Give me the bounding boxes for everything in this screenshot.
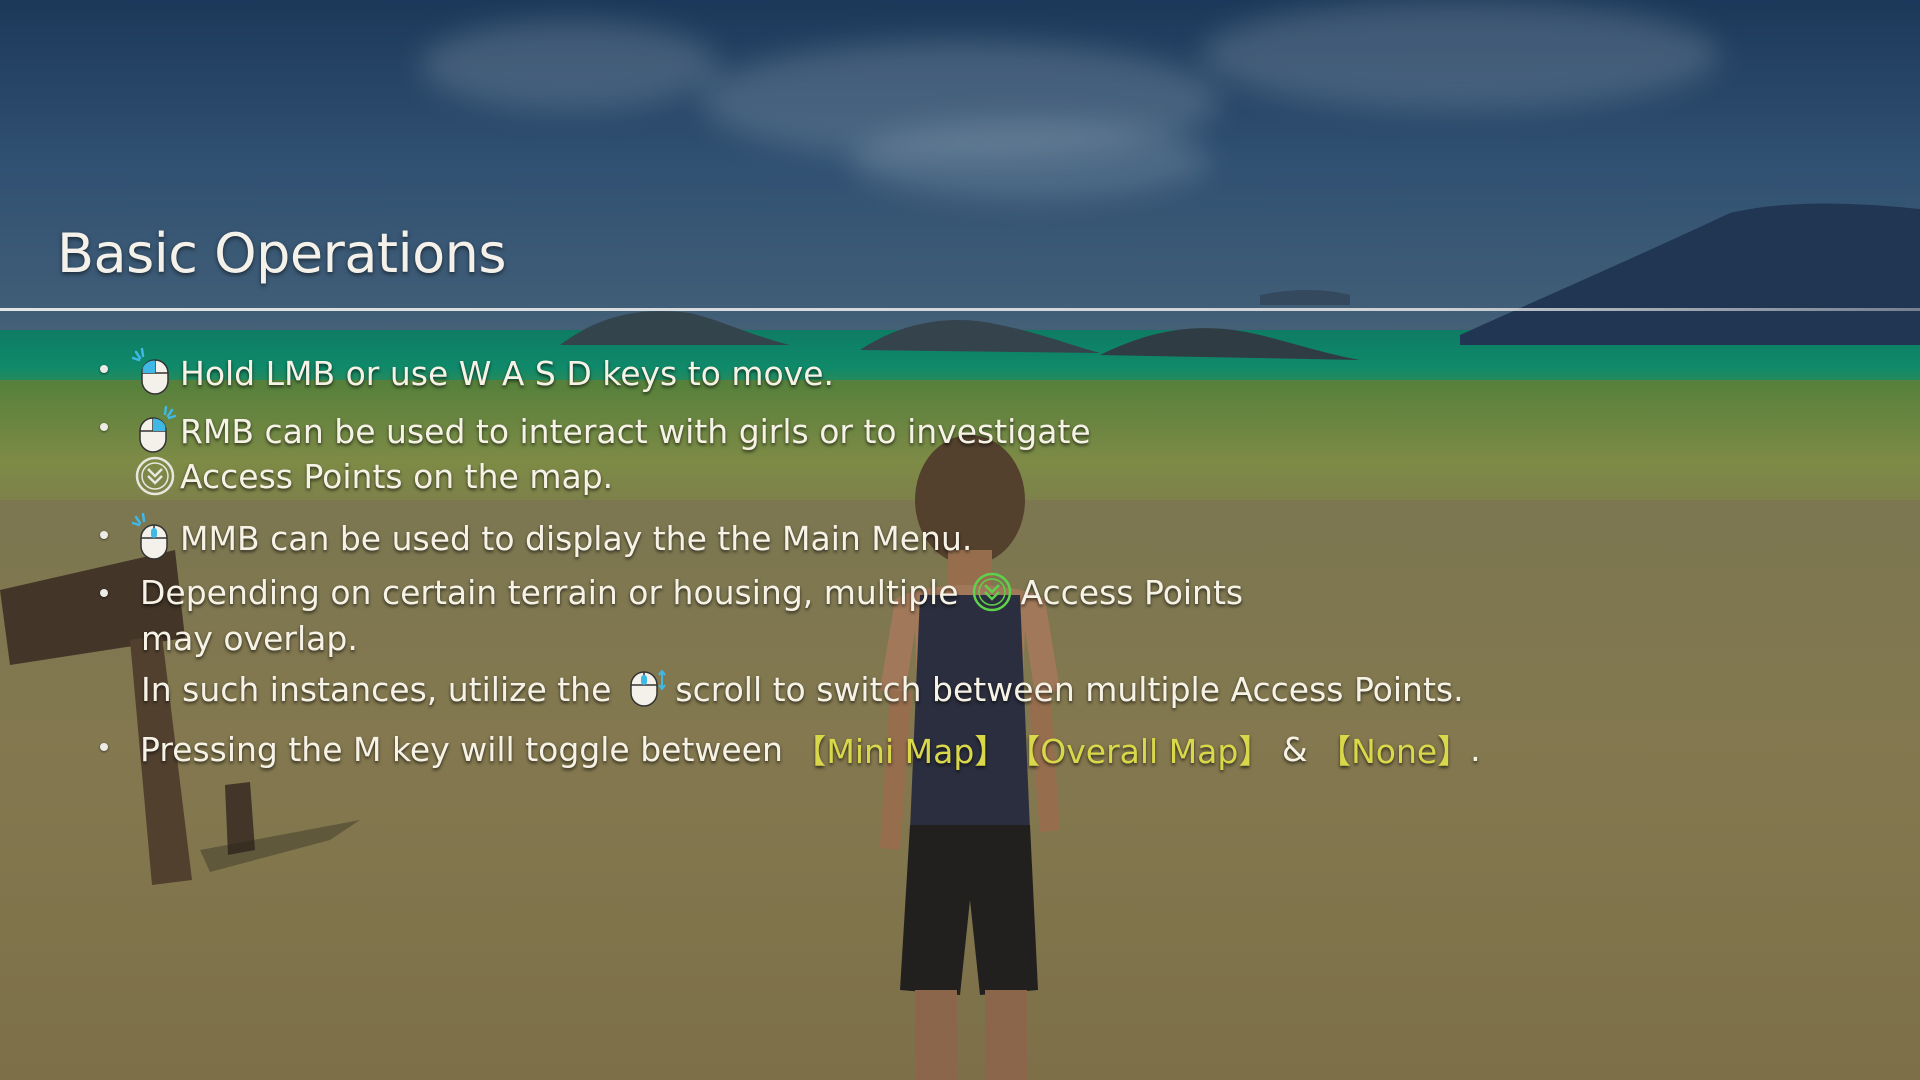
panel-title: Basic Operations (57, 222, 507, 285)
basic-operations-panel: Basic Operations Hold LMB or use W A S D… (0, 0, 1920, 1080)
instruction-item-overlap-cont: may overlap. (141, 619, 358, 658)
bullet (100, 423, 108, 431)
instruction-text: MMB can be used to display the the Main … (180, 518, 973, 558)
mouse-scroll-icon (627, 666, 667, 712)
title-divider (0, 308, 1920, 311)
instruction-text: Pressing the M key will toggle between (140, 729, 794, 769)
instruction-text: Depending on certain terrain or housing,… (140, 572, 959, 612)
access-point-icon (971, 571, 1013, 613)
map-mode-none: 【None】 (1318, 732, 1471, 771)
instruction-text: & (1271, 729, 1319, 769)
mouse-right-click-icon (132, 406, 176, 456)
access-point-icon (134, 455, 176, 497)
mouse-left-click-icon (132, 348, 176, 398)
instruction-item-interact-cont: Access Points on the map. (134, 455, 613, 497)
instruction-item-move: Hold LMB or use W A S D keys to move. (132, 348, 834, 398)
instruction-text: In such instances, utilize the (141, 669, 612, 709)
bullet (100, 743, 108, 751)
map-mode-mini-map: 【Mini Map】 (793, 732, 1008, 771)
bullet (100, 531, 108, 539)
instruction-text: RMB can be used to interact with girls o… (180, 411, 1091, 451)
instruction-item-scroll: In such instances, utilize the scroll to… (141, 666, 1464, 712)
map-mode-overall-map: 【Overall Map】 (1007, 732, 1272, 771)
instruction-item-map-toggle: Pressing the M key will toggle between 【… (140, 725, 1481, 773)
instruction-text: scroll to switch between multiple Access… (675, 669, 1464, 709)
instruction-text: Access Points (1020, 572, 1244, 612)
bullet (100, 589, 108, 597)
mouse-middle-click-icon (132, 513, 176, 563)
instruction-text: Access Points on the map. (180, 456, 614, 496)
instruction-text: may overlap. (141, 619, 358, 658)
instruction-item-overlap: Depending on certain terrain or housing,… (140, 571, 1243, 613)
instruction-item-interact: RMB can be used to interact with girls o… (132, 406, 1091, 456)
instruction-text: . (1470, 729, 1481, 769)
bullet (100, 365, 108, 373)
instruction-text: Hold LMB or use W A S D keys to move. (180, 353, 834, 393)
instruction-item-main-menu: MMB can be used to display the the Main … (132, 513, 972, 563)
